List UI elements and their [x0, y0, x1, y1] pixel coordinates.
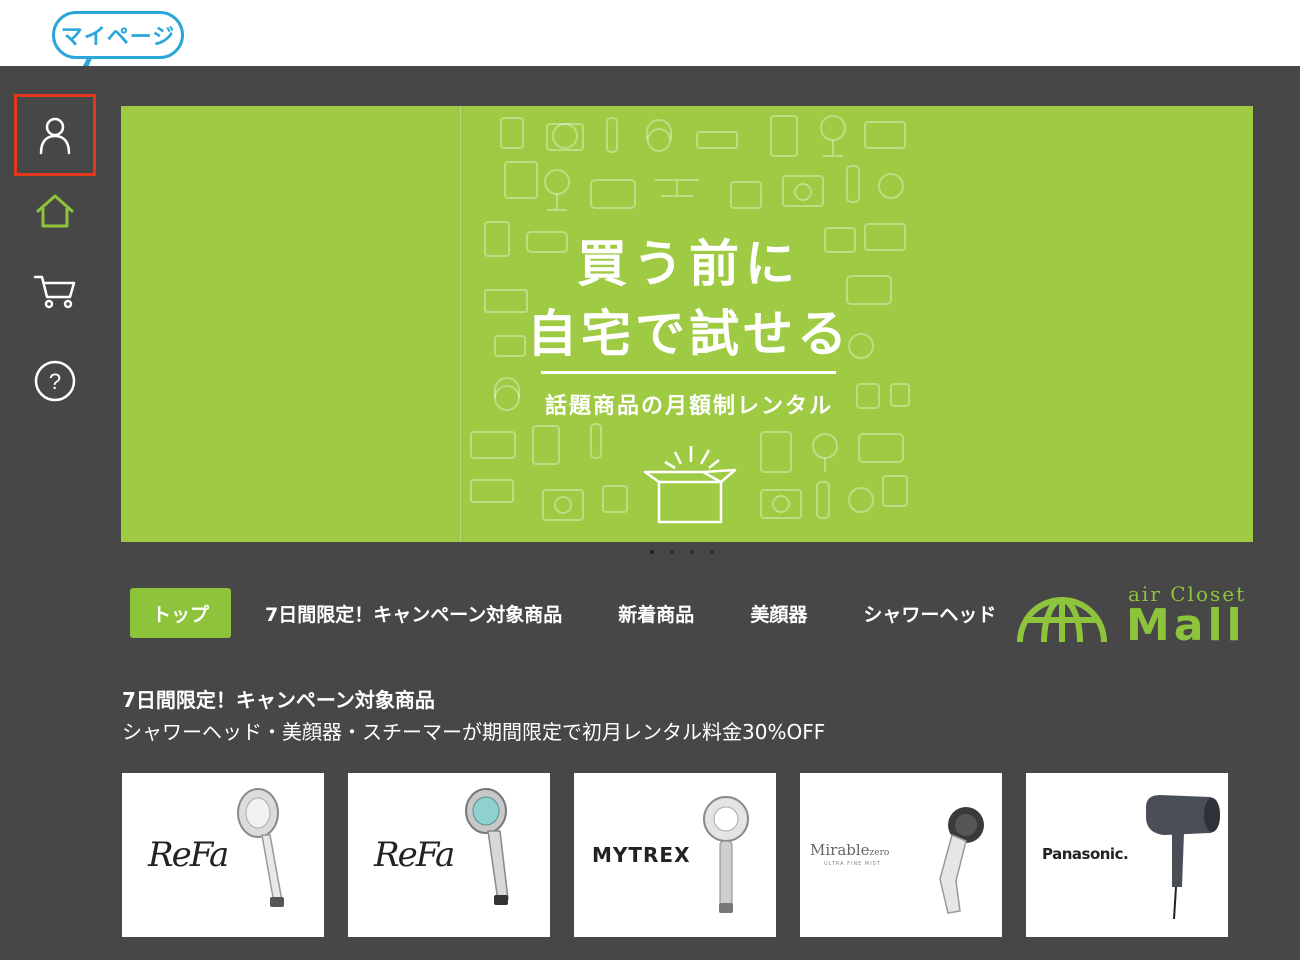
tab-new-arrivals[interactable]: 新着商品: [596, 588, 716, 638]
brand-logo: Mirablezero: [810, 841, 889, 859]
tab-facial-devices[interactable]: 美顔器: [728, 588, 829, 638]
open-box-icon: [643, 446, 737, 524]
product-card[interactable]: MYTREX: [574, 773, 776, 937]
shower-head-icon: [703, 796, 749, 913]
carousel-dot[interactable]: [670, 550, 674, 554]
help-button[interactable]: ?: [14, 340, 96, 422]
globe-logo-icon: [1017, 597, 1107, 643]
product-card[interactable]: ReFa: [122, 773, 324, 937]
brand-mark: zero: [869, 848, 890, 858]
product-card[interactable]: Mirablezero ULTRA FINE MIST: [800, 773, 1002, 937]
brand-logo: MYTREX: [592, 843, 691, 867]
banner-panel: 買う前に 自宅で試せる 話題商品の月額制レンタル: [460, 106, 916, 542]
home-button[interactable]: [14, 170, 96, 252]
logo-wordmark-main: Mall: [1126, 600, 1246, 651]
brand-name: Mirable: [810, 841, 870, 859]
mypage-button[interactable]: [14, 94, 96, 176]
brand-logo: Panasonic.: [1042, 845, 1129, 863]
home-icon: [36, 194, 74, 228]
product-card[interactable]: Panasonic.: [1026, 773, 1228, 937]
mypage-callout: マイページ: [52, 11, 184, 59]
banner-headline-2: 自宅で試せる: [527, 305, 851, 363]
shower-head-icon: [465, 788, 509, 905]
tab-shower-heads[interactable]: シャワーヘッド: [841, 588, 1018, 638]
banner-divider: [541, 371, 836, 374]
hero-banner[interactable]: 買う前に 自宅で試せる 話題商品の月額制レンタル: [121, 106, 1253, 542]
callout-label: マイページ: [60, 25, 176, 50]
carousel-dot[interactable]: [690, 550, 694, 554]
hair-dryer-icon: [1146, 795, 1220, 920]
carousel-dot[interactable]: [650, 550, 654, 554]
cart-button[interactable]: [14, 250, 96, 332]
sidebar: ?: [0, 66, 110, 960]
user-icon: [39, 117, 71, 155]
app-shell: ? 買う前に 自宅で試せる 話題商品の月額制レンタル トップ 7日間限定！キャン…: [0, 66, 1300, 960]
section-description: シャワーヘッド・美顔器・スチーマーが期間限定で初月レンタル料金30%OFF: [122, 720, 826, 744]
tab-campaign[interactable]: 7日間限定！キャンペーン対象商品: [243, 588, 584, 638]
cart-icon: [33, 275, 76, 309]
section-title: 7日間限定！キャンペーン対象商品: [122, 688, 435, 712]
banner-headline-1: 買う前に: [577, 235, 801, 293]
tab-top[interactable]: トップ: [130, 588, 232, 638]
brand-tagline: ULTRA FINE MIST: [824, 861, 881, 867]
brand-logo: ReFa: [148, 835, 229, 875]
carousel-dots: [650, 550, 714, 554]
banner-subline: 話題商品の月額制レンタル: [544, 394, 833, 419]
category-nav: トップ 7日間限定！キャンペーン対象商品 新着商品 美顔器 シャワーヘッド: [130, 588, 1030, 638]
help-icon: ?: [34, 360, 76, 402]
product-card[interactable]: ReFa: [348, 773, 550, 937]
product-list: ReFa ReFa MYTREX Mirablezero ULTRA FINE …: [122, 773, 1228, 937]
brand-logo: ReFa: [374, 835, 455, 875]
aircloset-mall-logo[interactable]: air Closet Mall: [1016, 578, 1256, 651]
shower-head-icon: [237, 788, 284, 907]
svg-text:?: ?: [49, 369, 61, 394]
carousel-dot[interactable]: [710, 550, 714, 554]
shower-head-icon: [939, 807, 984, 914]
